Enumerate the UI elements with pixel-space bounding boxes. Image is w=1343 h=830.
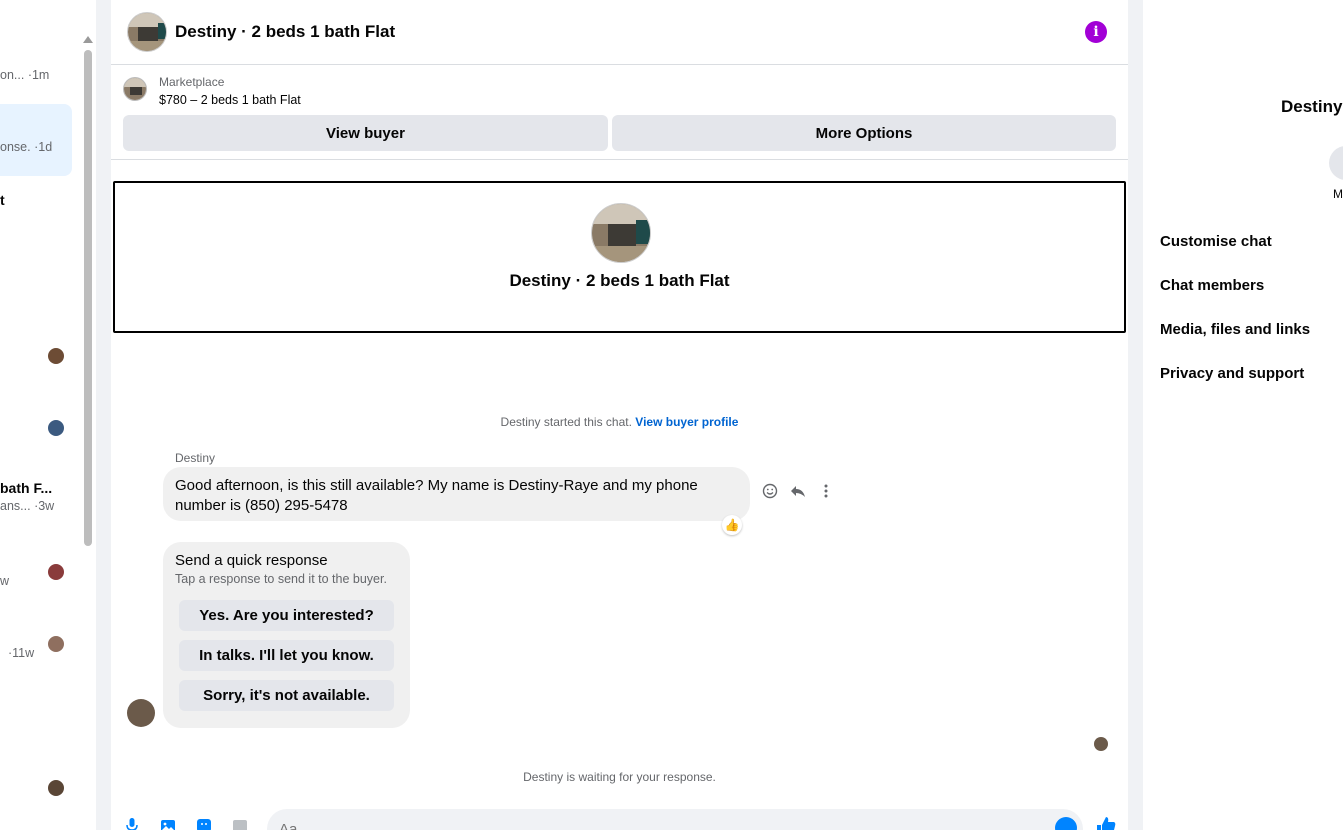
chat-info-panel: Destiny M Customise chat Chat members Me… xyxy=(1143,0,1343,830)
chat-pane: Destiny · 2 beds 1 bath Flat i Marketpla… xyxy=(111,0,1128,830)
marketplace-listing-row: Marketplace $780 – 2 beds 1 bath Flat Vi… xyxy=(111,65,1128,160)
view-buyer-profile-link[interactable]: View buyer profile xyxy=(635,415,738,429)
conversation-preview: w xyxy=(0,574,10,588)
thumbs-up-send-icon[interactable] xyxy=(1095,815,1117,830)
photo-icon[interactable] xyxy=(159,817,177,830)
waiting-response-notice: Destiny is waiting for your response. xyxy=(523,770,716,784)
conversation-item[interactable]: on... ·1m xyxy=(0,68,72,88)
profile-action-icon[interactable] xyxy=(1329,146,1343,180)
reply-icon[interactable] xyxy=(787,483,809,505)
privacy-support-item[interactable]: Privacy and support xyxy=(1160,365,1304,382)
microphone-icon[interactable] xyxy=(123,817,141,830)
conversation-avatar xyxy=(48,420,64,436)
conversation-list-scrollbar[interactable] xyxy=(84,50,92,546)
chat-title: Destiny · 2 beds 1 bath Flat xyxy=(175,22,396,41)
view-buyer-button[interactable]: View buyer xyxy=(123,115,608,151)
chat-started-notice: Destiny started this chat. View buyer pr… xyxy=(111,415,1128,429)
conversation-list: on... ·1m onse. ·1d t bath F... ans... ·… xyxy=(0,0,96,830)
banner-title: Destiny · 2 beds 1 bath Flat xyxy=(509,271,730,290)
conversation-name: t xyxy=(0,192,5,208)
conversation-time: ·11w xyxy=(8,646,35,660)
chat-intro-banner: Destiny · 2 beds 1 bath Flat xyxy=(113,181,1126,333)
conversation-item[interactable]: ·11w xyxy=(0,646,72,666)
thumbs-up-reaction-icon[interactable]: 👍 xyxy=(722,515,742,535)
sender-avatar[interactable] xyxy=(127,699,155,727)
conversation-avatar xyxy=(48,564,64,580)
sticker-icon[interactable] xyxy=(195,817,213,830)
customise-chat-item[interactable]: Customise chat xyxy=(1160,233,1272,250)
quick-response-in-talks-button[interactable]: In talks. I'll let you know. xyxy=(179,640,394,671)
scroll-up-arrow-icon[interactable] xyxy=(83,36,93,43)
message-input[interactable] xyxy=(267,809,1083,830)
more-vertical-icon[interactable] xyxy=(815,483,837,505)
listing-thumbnail[interactable] xyxy=(123,77,147,101)
chat-members-item[interactable]: Chat members xyxy=(1160,277,1264,294)
sender-name: Destiny xyxy=(175,451,216,465)
more-options-button[interactable]: More Options xyxy=(612,115,1116,151)
seen-indicator-avatar xyxy=(1094,737,1108,751)
conversation-preview: onse. xyxy=(0,140,31,154)
conversation-preview: on... xyxy=(0,68,25,82)
conversation-item-selected[interactable]: onse. ·1d xyxy=(0,104,72,176)
conversation-avatar xyxy=(48,780,64,796)
message-bubble[interactable]: Good afternoon, is this still available?… xyxy=(163,467,750,521)
chat-header: Destiny · 2 beds 1 bath Flat i xyxy=(111,0,1128,65)
quick-response-card: Send a quick response Tap a response to … xyxy=(163,542,410,728)
quick-response-subtitle: Tap a response to send it to the buyer. xyxy=(175,572,387,586)
conversation-avatar xyxy=(48,348,64,364)
marketplace-label: Marketplace xyxy=(159,75,225,89)
conversation-item[interactable]: t xyxy=(0,192,72,212)
quick-response-yes-button[interactable]: Yes. Are you interested? xyxy=(179,600,394,631)
react-smiley-icon[interactable] xyxy=(759,483,781,505)
conversation-name: bath F... xyxy=(0,480,53,496)
gif-icon[interactable] xyxy=(231,817,249,830)
quick-response-title: Send a quick response xyxy=(175,552,328,569)
conversation-time: ·3w xyxy=(34,499,55,513)
conversation-preview: ans... xyxy=(0,499,31,513)
quick-response-not-available-button[interactable]: Sorry, it's not available. xyxy=(179,680,394,711)
media-files-links-item[interactable]: Media, files and links xyxy=(1160,321,1310,338)
info-icon[interactable]: i xyxy=(1085,21,1107,43)
conversation-time: ·1d xyxy=(34,140,53,154)
listing-avatar-large xyxy=(591,203,651,263)
message-composer xyxy=(111,806,1128,830)
profile-action-label: M xyxy=(1333,187,1343,201)
listing-avatar[interactable] xyxy=(127,12,167,52)
chat-started-text: Destiny started this chat. xyxy=(500,415,632,429)
conversation-item[interactable]: bath F... ans... ·3w xyxy=(0,480,72,520)
conversation-time: ·1m xyxy=(27,68,50,82)
listing-price-title: $780 – 2 beds 1 bath Flat xyxy=(159,93,301,107)
contact-name: Destiny xyxy=(1281,97,1343,116)
